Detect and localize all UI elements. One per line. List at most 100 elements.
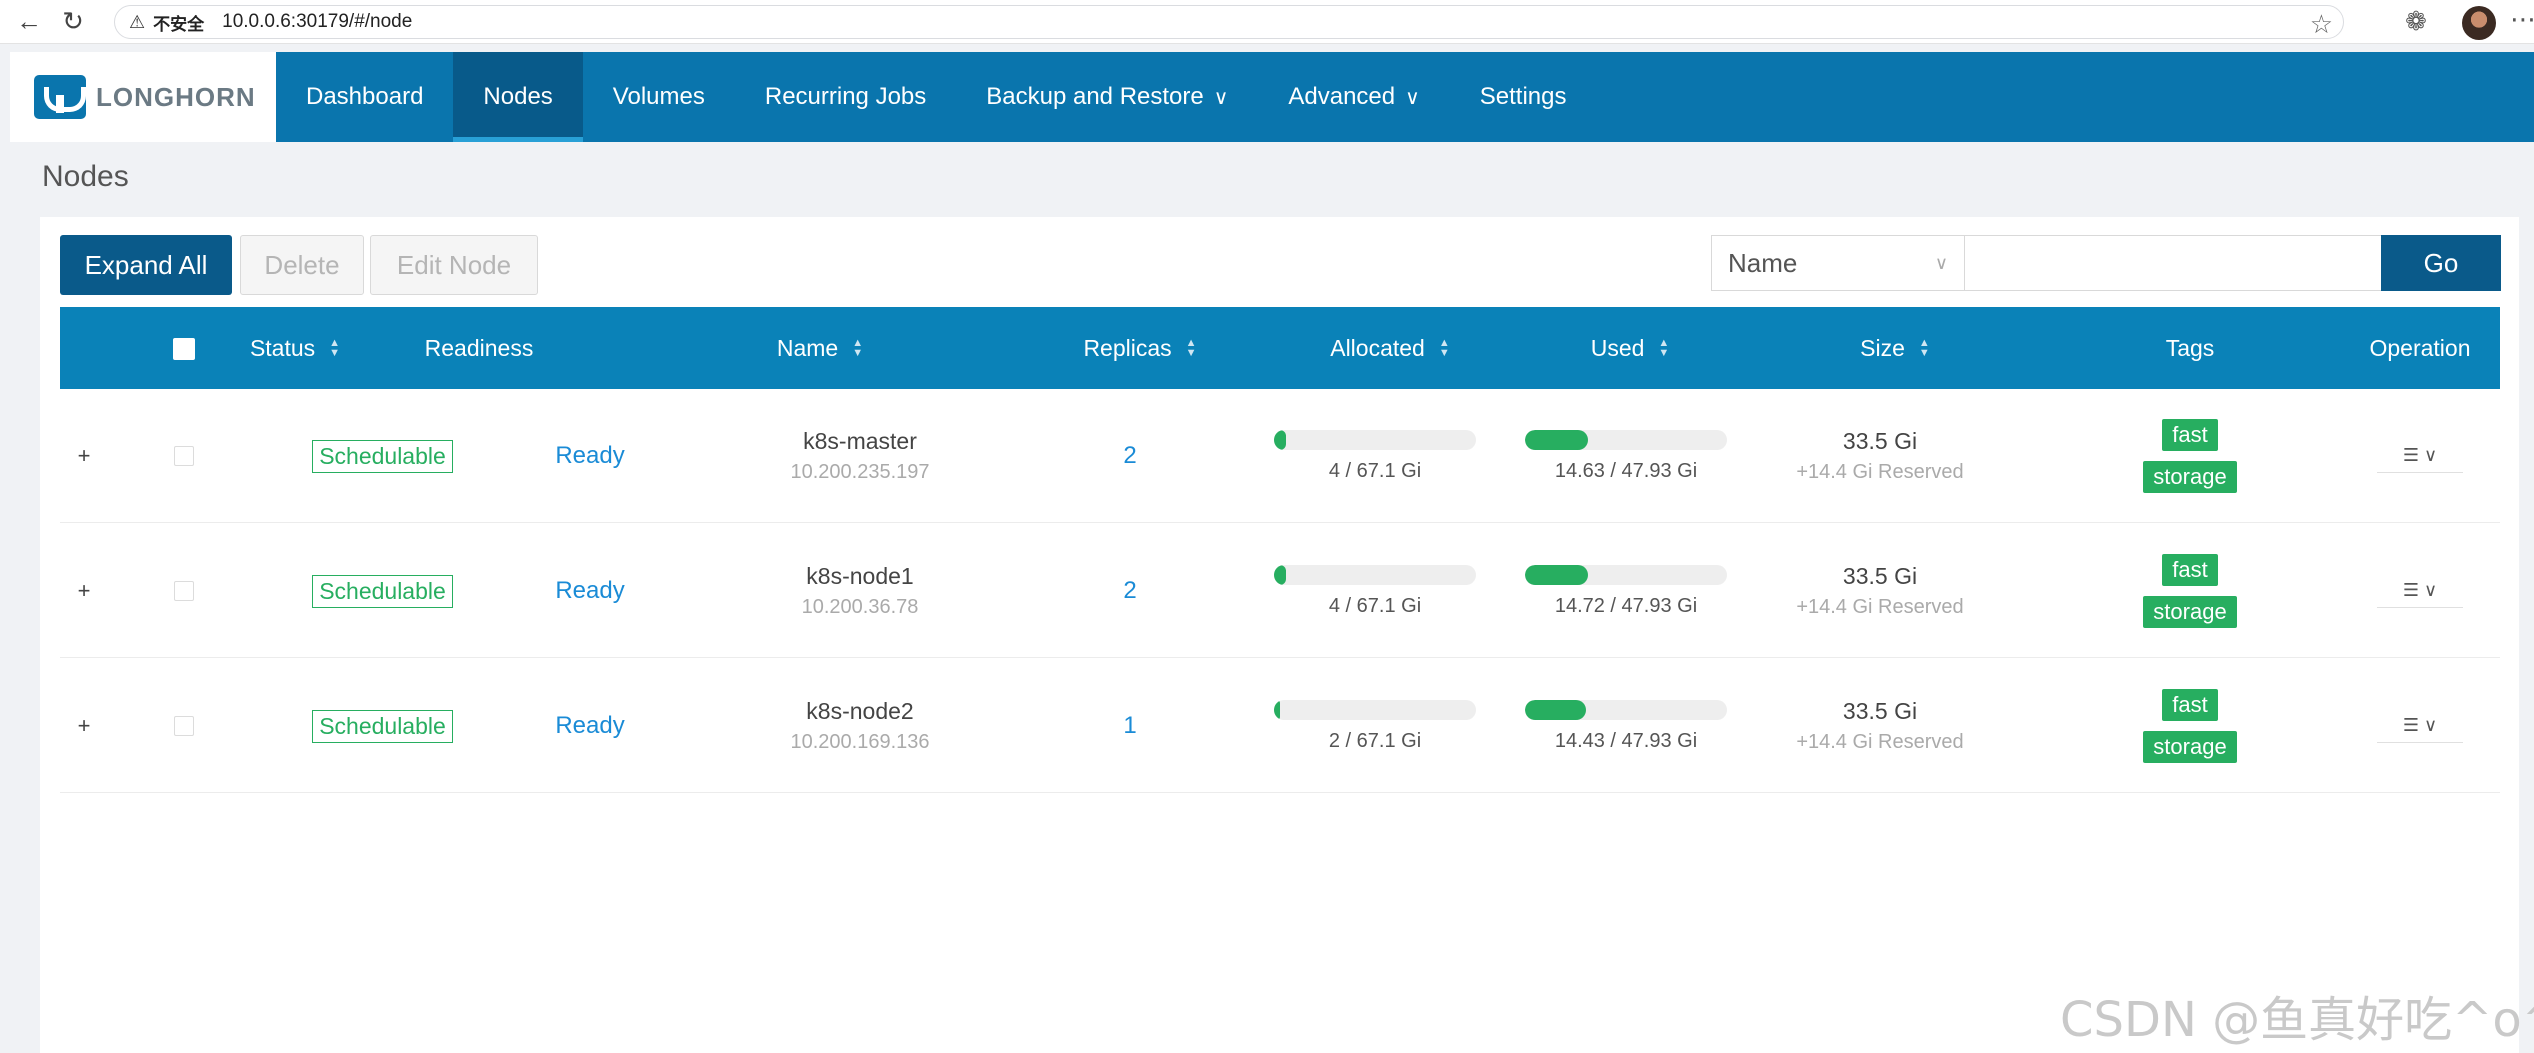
insecure-label: 不安全 — [153, 14, 205, 34]
row-checkbox[interactable] — [174, 716, 194, 736]
nav-label: Recurring Jobs — [764, 83, 927, 110]
col-label: Operation — [2369, 334, 2471, 361]
address-bar[interactable]: ⚠ 不安全 10.0.0.6:30179/#/node ☆ — [114, 5, 2344, 39]
expand-row-icon[interactable]: + — [78, 578, 91, 604]
logo-text: LONGHORN — [96, 81, 256, 112]
used-progress-bar — [1525, 429, 1727, 450]
col-label: Size — [1860, 334, 1905, 361]
col-label: Status — [249, 334, 316, 361]
chevron-down-icon: ∨ — [2423, 715, 2438, 735]
table-row: + Schedulable Ready k8s-master 10.200.235… — [60, 389, 2500, 523]
replicas-link[interactable]: 2 — [1123, 577, 1136, 605]
node-name[interactable]: k8s-node2 — [806, 698, 913, 725]
replicas-link[interactable]: 1 — [1123, 712, 1136, 740]
row-checkbox[interactable] — [174, 446, 194, 466]
chevron-down-icon: ∨ — [1405, 86, 1420, 109]
col-label: Replicas — [1083, 334, 1172, 361]
used-progress-fill — [1525, 564, 1588, 585]
expand-row-icon[interactable]: + — [78, 443, 91, 469]
nav-label: Backup and Restore — [986, 83, 1204, 110]
search-input[interactable] — [1965, 236, 2381, 290]
used-progress-bar — [1525, 699, 1727, 720]
logo[interactable]: LONGHORN — [10, 52, 276, 142]
back-arrow-icon[interactable]: ← — [14, 6, 44, 37]
nav-nodes[interactable]: Nodes — [453, 52, 583, 142]
node-name[interactable]: k8s-master — [803, 428, 917, 455]
allocated-progress-bar — [1274, 429, 1476, 450]
readiness-link[interactable]: Ready — [555, 442, 624, 470]
extensions-icon[interactable]: ❁ — [2400, 6, 2432, 38]
url-text[interactable]: 10.0.0.6:30179/#/node — [222, 11, 412, 33]
nav-advanced[interactable]: Advanced ∨ — [1258, 52, 1449, 142]
sort-icon: ▲ ▼ — [1658, 337, 1670, 359]
status-badge: Schedulable — [312, 439, 453, 473]
profile-avatar[interactable] — [2462, 6, 2496, 40]
readiness-link[interactable]: Ready — [555, 577, 624, 605]
allocated-progress-bar — [1274, 564, 1476, 585]
operation-menu-button[interactable]: ☰ ∨ — [2377, 574, 2463, 608]
allocated-progress-fill — [1274, 699, 1281, 720]
size-reserved: +14.4 Gi Reserved — [1796, 596, 1964, 618]
nav-settings[interactable]: Settings — [1450, 52, 1597, 142]
col-size[interactable]: Size ▲ ▼ — [1815, 307, 1975, 389]
col-operation: Operation — [2340, 307, 2500, 389]
nav-recurring-jobs[interactable]: Recurring Jobs — [735, 52, 956, 142]
delete-button[interactable]: Delete — [240, 235, 364, 295]
size-value: 33.5 Gi — [1842, 428, 1918, 454]
nav-label: Dashboard — [306, 83, 424, 110]
more-menu-icon[interactable]: ⋯ — [2510, 4, 2534, 35]
select-all-checkbox[interactable] — [173, 338, 195, 360]
go-button[interactable]: Go — [2381, 235, 2501, 291]
nav-volumes[interactable]: Volumes — [583, 52, 735, 142]
allocated-progress-bar — [1274, 699, 1476, 720]
sort-icon: ▲ ▼ — [852, 337, 864, 359]
readiness-link[interactable]: Ready — [555, 712, 624, 740]
col-allocated[interactable]: Allocated ▲ ▼ — [1300, 307, 1480, 389]
used-value: 14.72 / 47.93 Gi — [1554, 594, 1698, 617]
table-row: + Schedulable Ready k8s-node1 10.200.36.7… — [60, 524, 2500, 658]
tag-badge: storage — [2143, 731, 2237, 763]
reload-icon[interactable]: ↻ — [58, 6, 88, 37]
expand-all-button[interactable]: Expand All — [60, 235, 232, 295]
col-label: Tags — [2165, 334, 2215, 361]
nav-label: Settings — [1479, 83, 1567, 110]
page-title: Nodes — [42, 160, 129, 193]
search-field-select[interactable]: Name ∨ — [1712, 236, 1965, 290]
col-label: Readiness — [424, 334, 534, 361]
size-value: 33.5 Gi — [1842, 698, 1918, 724]
search-bar: Name ∨ Go — [1711, 235, 2501, 291]
list-icon: ☰ — [2402, 580, 2419, 600]
used-progress-fill — [1525, 699, 1586, 720]
expand-row-icon[interactable]: + — [78, 713, 91, 739]
col-label: Used — [1590, 334, 1645, 361]
nav-backup-and-restore[interactable]: Backup and Restore ∨ — [956, 52, 1258, 142]
node-ip: 10.200.169.136 — [790, 731, 930, 753]
tag-badge: fast — [2162, 419, 2218, 451]
status-badge: Schedulable — [312, 709, 453, 743]
col-label: Allocated — [1330, 334, 1425, 361]
watermark: CSDN @鱼真好吃^o^ — [2060, 992, 2534, 1048]
tag-badge: storage — [2143, 596, 2237, 628]
main-nav: Dashboard Nodes Volumes Recurring Jobs B… — [276, 52, 1596, 142]
node-name[interactable]: k8s-node1 — [806, 563, 913, 590]
bookmark-star-icon[interactable]: ☆ — [2310, 9, 2333, 40]
browser-toolbar: ← ↻ ⚠ 不安全 10.0.0.6:30179/#/node ☆ ❁ ⋯ — [0, 0, 2534, 44]
replicas-link[interactable]: 2 — [1123, 442, 1136, 470]
col-label: Name — [776, 334, 839, 361]
operation-menu-button[interactable]: ☰ ∨ — [2377, 709, 2463, 743]
allocated-value: 4 / 67.1 Gi — [1328, 459, 1422, 482]
allocated-progress-fill — [1274, 429, 1287, 450]
col-replicas[interactable]: Replicas ▲ ▼ — [1050, 307, 1230, 389]
used-progress-fill — [1525, 429, 1588, 450]
size-reserved: +14.4 Gi Reserved — [1796, 461, 1964, 483]
used-value: 14.63 / 47.93 Gi — [1554, 459, 1698, 482]
col-used[interactable]: Used ▲ ▼ — [1550, 307, 1710, 389]
col-name[interactable]: Name ▲ ▼ — [740, 307, 900, 389]
nodes-panel: Expand All Delete Edit Node Name ∨ Go St… — [40, 217, 2519, 1053]
operation-menu-button[interactable]: ☰ ∨ — [2377, 439, 2463, 473]
edit-node-button[interactable]: Edit Node — [370, 235, 538, 295]
nav-dashboard[interactable]: Dashboard — [276, 52, 453, 142]
row-checkbox[interactable] — [174, 581, 194, 601]
used-progress-bar — [1525, 564, 1727, 585]
search-field-value: Name — [1728, 247, 1798, 278]
